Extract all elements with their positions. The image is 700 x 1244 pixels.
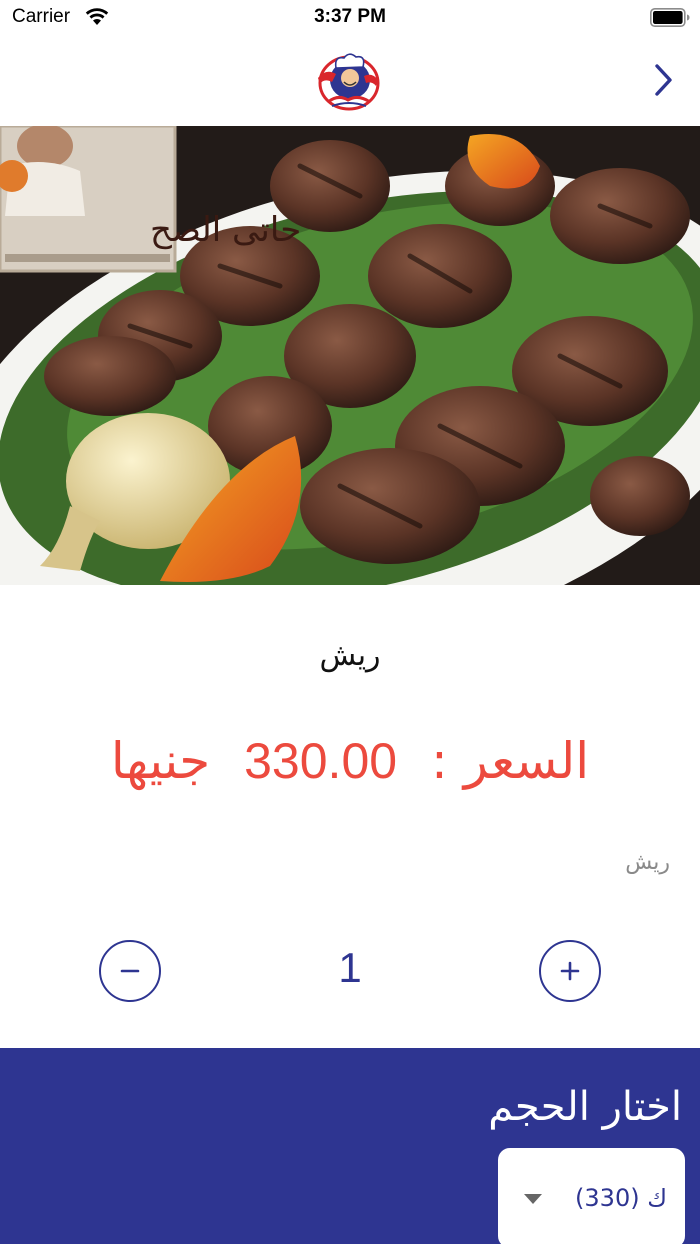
status-time: 3:37 PM bbox=[314, 6, 386, 27]
size-panel: اختار الحجم ك (330) bbox=[0, 1048, 700, 1244]
restaurant-logo bbox=[318, 53, 380, 111]
price-value: 330.00 bbox=[244, 733, 398, 789]
chevron-right-icon[interactable] bbox=[648, 60, 678, 100]
price-row: السعر : 330.00 جنيها bbox=[0, 732, 700, 790]
product-name: ريش bbox=[319, 638, 381, 673]
increase-quantity-button[interactable] bbox=[539, 940, 601, 1002]
watermark-text: حاتى الصح bbox=[150, 210, 301, 250]
size-title: اختار الحجم bbox=[488, 1084, 682, 1130]
plus-icon bbox=[560, 961, 580, 981]
minus-icon bbox=[120, 969, 140, 973]
price-currency: جنيها bbox=[110, 732, 211, 790]
decrease-quantity-button[interactable] bbox=[99, 940, 161, 1002]
quantity-value: 1 bbox=[338, 944, 362, 991]
product-photo: حاتى الصح bbox=[0, 126, 700, 585]
nav-bar bbox=[0, 40, 700, 126]
size-selected-option: ك (330) bbox=[575, 1184, 667, 1212]
status-bar: Carrier 3:37 PM bbox=[0, 0, 700, 40]
product-description: ريش bbox=[625, 850, 670, 875]
battery-icon bbox=[650, 8, 690, 27]
size-dropdown[interactable]: ك (330) bbox=[498, 1148, 685, 1244]
chevron-down-icon bbox=[524, 1194, 542, 1204]
price-label: السعر : bbox=[430, 732, 590, 790]
